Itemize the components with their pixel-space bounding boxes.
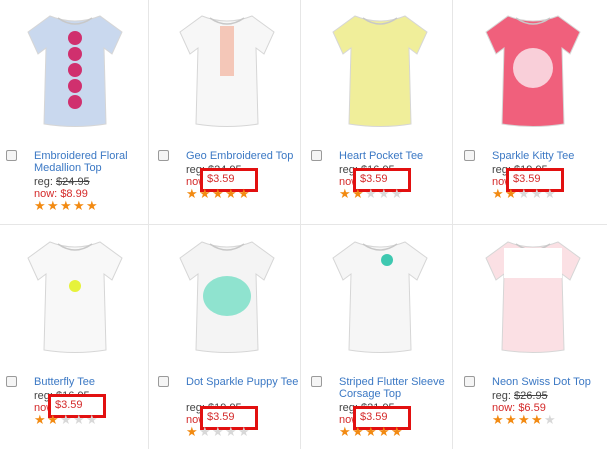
- product-image[interactable]: [20, 228, 130, 356]
- star-rating[interactable]: ★★★★★: [492, 187, 557, 202]
- star-icon: ★: [492, 187, 504, 202]
- star-icon: ★: [505, 413, 517, 428]
- product-title-link[interactable]: Butterfly Tee: [34, 376, 150, 388]
- regular-price: reg: $24.95: [34, 176, 90, 188]
- product-image[interactable]: [325, 228, 435, 356]
- product-title-link[interactable]: Sparkle Kitty Tee: [492, 150, 607, 162]
- star-icon: ★: [186, 425, 198, 440]
- compare-checkbox[interactable]: [158, 150, 169, 161]
- star-icon: ★: [60, 199, 72, 214]
- product-card: Geo Embroidered Topreg: $24.95now: $3.59…: [152, 0, 304, 224]
- star-rating[interactable]: ★★★★★: [186, 425, 251, 440]
- product-title-link[interactable]: Geo Embroidered Top: [186, 150, 302, 162]
- compare-checkbox[interactable]: [464, 150, 475, 161]
- product-image[interactable]: [20, 2, 130, 130]
- star-icon: ★: [352, 425, 364, 440]
- compare-checkbox[interactable]: [158, 376, 169, 387]
- star-icon: ★: [73, 413, 85, 428]
- product-title-link[interactable]: Neon Swiss Dot Top: [492, 376, 607, 388]
- grid-divider: [0, 224, 607, 225]
- star-icon: ★: [34, 199, 46, 214]
- regular-price-value: $24.95: [56, 176, 90, 188]
- highlighted-sale-price: $3.59: [360, 173, 388, 185]
- compare-checkbox[interactable]: [6, 376, 17, 387]
- star-icon: ★: [212, 187, 224, 202]
- product-card: Dot Sparkle Puppy Teereg: $19.95now: $3.…: [152, 226, 304, 450]
- star-icon: ★: [199, 425, 211, 440]
- star-rating[interactable]: ★★★★★: [339, 425, 404, 440]
- star-icon: ★: [225, 425, 237, 440]
- highlighted-sale-price: $3.59: [360, 411, 388, 423]
- star-icon: ★: [86, 413, 98, 428]
- regular-price: reg: $26.95: [492, 390, 548, 402]
- regular-price-label: reg:: [34, 176, 53, 188]
- product-title-link[interactable]: Embroidered Floral Medallion Top: [34, 150, 150, 174]
- star-icon: ★: [60, 413, 72, 428]
- product-card: Sparkle Kitty Teereg: $19.95now: $3.59$3…: [458, 0, 607, 224]
- star-icon: ★: [365, 187, 377, 202]
- star-icon: ★: [212, 425, 224, 440]
- product-image[interactable]: [172, 228, 282, 356]
- product-card: Neon Swiss Dot Top reg: $26.95 now: $6.59 ★…: [458, 226, 607, 450]
- star-icon: ★: [391, 187, 403, 202]
- product-card: Heart Pocket Teereg: $16.95now: $3.59$3.…: [305, 0, 457, 224]
- regular-price-value: $26.95: [514, 390, 548, 402]
- star-rating[interactable]: ★★★★★: [492, 413, 557, 428]
- highlighted-sale-price: $3.59: [55, 399, 83, 411]
- product-title-link[interactable]: Striped Flutter Sleeve Corsage Top: [339, 376, 455, 400]
- star-icon: ★: [518, 413, 530, 428]
- product-title-link[interactable]: Dot Sparkle Puppy Tee: [186, 376, 302, 388]
- star-icon: ★: [199, 187, 211, 202]
- star-icon: ★: [505, 187, 517, 202]
- star-icon: ★: [339, 425, 351, 440]
- star-icon: ★: [518, 187, 530, 202]
- compare-checkbox[interactable]: [464, 376, 475, 387]
- highlighted-sale-price: $3.59: [207, 411, 235, 423]
- star-icon: ★: [531, 187, 543, 202]
- star-icon: ★: [73, 199, 85, 214]
- product-image[interactable]: [478, 228, 588, 356]
- star-icon: ★: [339, 187, 351, 202]
- product-card: Striped Flutter Sleeve Corsage Topreg: $…: [305, 226, 457, 450]
- star-icon: ★: [238, 187, 250, 202]
- product-card: Butterfly Teereg: $16.95now: $3.59$3.59★…: [0, 226, 152, 450]
- star-rating[interactable]: ★★★★★: [186, 187, 251, 202]
- regular-price-label: reg:: [492, 390, 511, 402]
- star-icon: ★: [225, 187, 237, 202]
- star-rating[interactable]: ★★★★★: [34, 413, 99, 428]
- highlighted-sale-price: $3.59: [513, 173, 541, 185]
- star-rating[interactable]: ★★★★★: [339, 187, 404, 202]
- star-icon: ★: [531, 413, 543, 428]
- star-icon: ★: [34, 413, 46, 428]
- compare-checkbox[interactable]: [311, 376, 322, 387]
- compare-checkbox[interactable]: [311, 150, 322, 161]
- star-icon: ★: [544, 413, 556, 428]
- star-icon: ★: [47, 199, 59, 214]
- star-icon: ★: [378, 187, 390, 202]
- product-image[interactable]: [325, 2, 435, 130]
- star-icon: ★: [86, 199, 98, 214]
- star-icon: ★: [365, 425, 377, 440]
- star-icon: ★: [544, 187, 556, 202]
- product-image[interactable]: [172, 2, 282, 130]
- product-card: Embroidered Floral Medallion Top reg: $24…: [0, 0, 152, 224]
- star-icon: ★: [186, 187, 198, 202]
- star-icon: ★: [492, 413, 504, 428]
- star-icon: ★: [47, 413, 59, 428]
- star-icon: ★: [391, 425, 403, 440]
- star-icon: ★: [378, 425, 390, 440]
- compare-checkbox[interactable]: [6, 150, 17, 161]
- star-icon: ★: [238, 425, 250, 440]
- product-image[interactable]: [478, 2, 588, 130]
- star-icon: ★: [352, 187, 364, 202]
- product-title-link[interactable]: Heart Pocket Tee: [339, 150, 455, 162]
- star-rating[interactable]: ★★★★★: [34, 199, 99, 214]
- highlighted-sale-price: $3.59: [207, 173, 235, 185]
